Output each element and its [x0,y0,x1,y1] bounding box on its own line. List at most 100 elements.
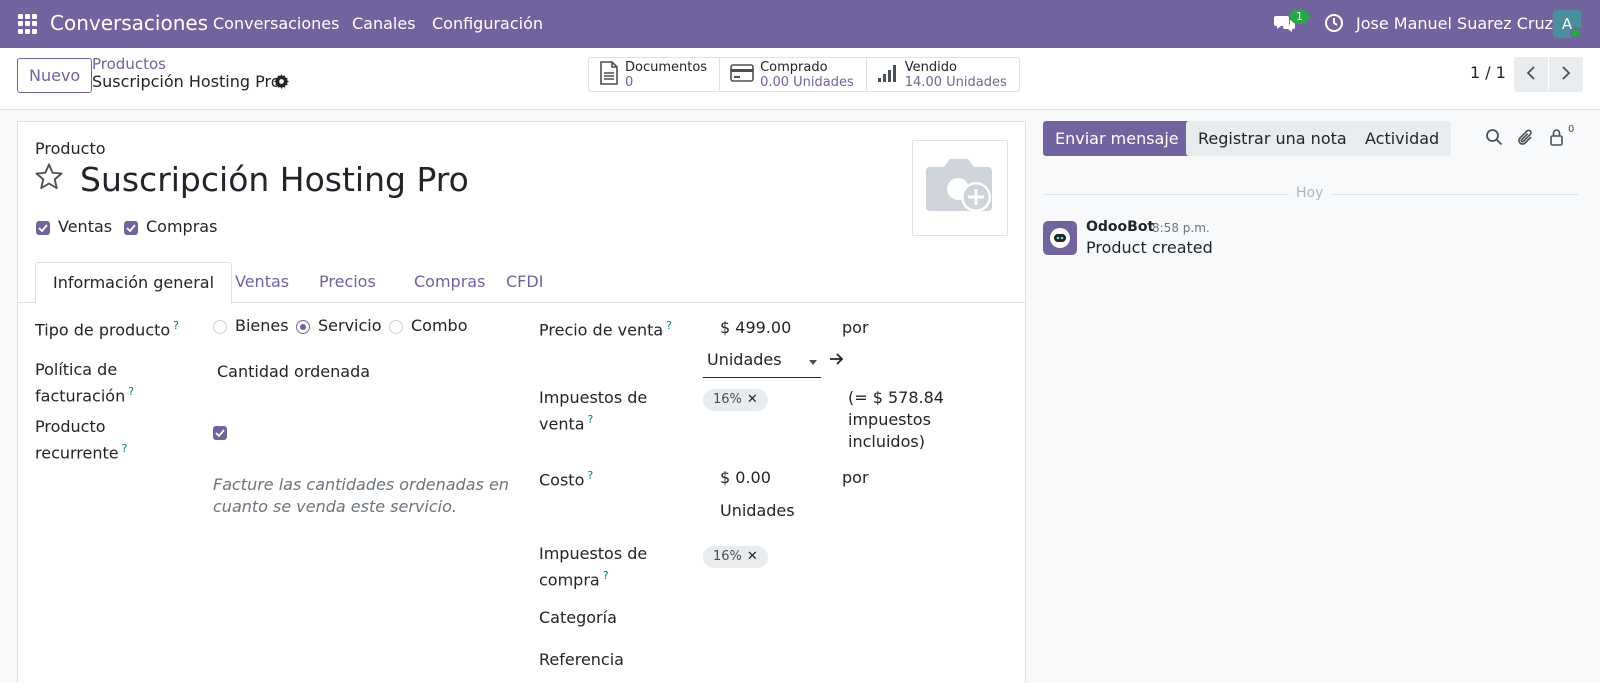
product-image-upload[interactable] [912,140,1008,236]
cost-uom-value: Unidades [720,501,795,520]
help-tooltip-icon[interactable]: ? [666,319,672,332]
menu-canales[interactable]: Canales [352,14,416,33]
remove-tag-icon[interactable]: ✕ [747,549,758,564]
cost-label: Costo? [539,469,594,490]
sale-uom-value: Unidades [707,350,782,369]
camera-plus-icon [922,153,998,223]
radio-combo[interactable] [389,320,403,334]
reference-label: Referencia [539,650,624,669]
tab-cfdi[interactable]: CFDI [489,262,560,303]
smart-buttons: Documentos 0 Comprado 0.00 Unidades Vend… [588,57,1020,92]
follower-count: 0 [1568,124,1575,135]
lock-icon[interactable] [1549,128,1564,150]
sale-taxes-label: Impuestos de venta? [539,388,648,434]
can-be-sold-checkbox[interactable] [36,221,50,235]
purchased-value: 0.00 Unidades [760,74,854,90]
cost-value[interactable]: $ 0.00 [720,467,771,489]
purchased-label: Comprado [760,59,828,75]
chevron-left-icon [1526,66,1536,83]
top-navbar: Conversaciones Conversaciones Canales Co… [0,0,1600,48]
menu-configuracion[interactable]: Configuración [432,14,543,33]
sale-price-per: por [842,318,869,337]
messaging-badge: 1 [1290,9,1309,24]
invoice-policy-label: Política de facturación? [35,360,135,406]
product-type-label: Tipo de producto? [35,319,180,340]
help-tooltip-icon[interactable]: ? [588,413,594,426]
control-panel: Nuevo Productos Suscripción Hosting Pro … [0,48,1600,110]
can-be-sold-label[interactable]: Ventas [58,217,112,236]
date-separator-line [1043,194,1289,195]
message-time: 8:58 p.m. [1152,221,1210,235]
tab-informacion-general[interactable]: Información general [35,262,233,304]
form-sheet: Producto Suscripción Hosting Pro Ventas … [17,121,1026,683]
signal-icon [877,63,899,87]
remove-tag-icon[interactable]: ✕ [747,392,758,407]
category-label: Categoría [539,608,617,627]
send-message-button[interactable]: Enviar mensaje [1043,121,1191,156]
sold-value: 14.00 Unidades [904,74,1007,90]
sold-smart-button[interactable]: Vendido 14.00 Unidades [867,58,1019,91]
user-menu-name[interactable]: Jose Manuel Suarez Cruz [1356,14,1553,33]
radio-servicio-label[interactable]: Servicio [318,316,382,335]
activity-button[interactable]: Actividad [1353,121,1452,156]
help-tooltip-icon[interactable]: ? [122,442,128,455]
radio-bienes-label[interactable]: Bienes [235,316,289,335]
new-record-button[interactable]: Nuevo [17,58,93,93]
radio-bienes[interactable] [213,320,227,334]
sale-tax-tag[interactable]: 16% ✕ [703,389,768,411]
cost-per: por [842,468,869,487]
recurring-label: Producto recurrente? [35,417,128,463]
apps-menu-icon[interactable] [18,14,38,34]
document-icon [599,60,619,89]
invoice-policy-value[interactable]: Cantidad ordenada [217,361,370,383]
documents-smart-button[interactable]: Documentos 0 [589,58,721,91]
date-separator-label: Hoy [1296,185,1324,201]
chevron-right-icon [1561,66,1571,83]
pager-next-button[interactable] [1549,57,1583,92]
tab-precios[interactable]: Precios [302,262,393,303]
documents-label: Documentos [625,59,708,75]
date-separator-line [1331,194,1578,195]
product-name-field[interactable]: Suscripción Hosting Pro [80,160,469,199]
presence-status-icon [1570,27,1582,39]
tax-included-amount: (= $ 578.84 impuestos incluidos) [848,388,944,451]
sale-price-label: Precio de venta? [539,319,673,340]
arrow-right-icon[interactable] [829,351,845,370]
record-actions-gear-icon[interactable] [274,74,289,93]
documents-value: 0 [625,74,634,90]
paperclip-icon[interactable] [1517,128,1535,152]
breadcrumb-productos[interactable]: Productos [92,55,166,73]
help-tooltip-icon[interactable]: ? [173,319,179,332]
tab-compras[interactable]: Compras [397,262,502,303]
help-tooltip-icon[interactable]: ? [128,385,134,398]
radio-combo-label[interactable]: Combo [411,316,468,335]
sold-label: Vendido [904,59,957,75]
dropdown-caret-icon [809,360,817,365]
sale-price-value[interactable]: $ 499.00 [720,317,791,339]
log-note-button[interactable]: Registrar una nota [1186,121,1359,156]
pager-value[interactable]: 1 / 1 [1470,63,1506,82]
purchase-taxes-label: Impuestos de compra? [539,544,648,590]
can-be-purchased-checkbox[interactable] [124,221,138,235]
tab-ventas[interactable]: Ventas [218,262,306,303]
radio-servicio[interactable] [296,320,310,334]
favorite-star-icon[interactable] [34,162,64,196]
credit-card-icon [730,63,754,86]
menu-conversaciones[interactable]: Conversaciones [213,14,339,33]
activity-clock-icon[interactable] [1324,13,1344,37]
product-label: Producto [35,139,106,158]
can-be-purchased-label[interactable]: Compras [146,217,217,236]
search-icon[interactable] [1485,128,1503,150]
message-author[interactable]: OdooBot [1086,219,1154,235]
help-tooltip-icon[interactable]: ? [587,469,593,482]
invoice-policy-help-text: Facture las cantidades ordenadas en cuan… [213,475,509,516]
odoobot-avatar[interactable] [1043,221,1077,255]
help-tooltip-icon[interactable]: ? [603,569,609,582]
sale-uom-select[interactable]: Unidades [703,350,821,378]
purchase-tax-tag[interactable]: 16% ✕ [703,546,768,568]
purchased-smart-button[interactable]: Comprado 0.00 Unidades [720,58,867,91]
recurring-checkbox[interactable] [213,426,227,440]
app-brand[interactable]: Conversaciones [50,11,208,35]
form-tabs: Información general Ventas Precios Compr… [18,262,1025,304]
pager-previous-button[interactable] [1514,57,1548,92]
